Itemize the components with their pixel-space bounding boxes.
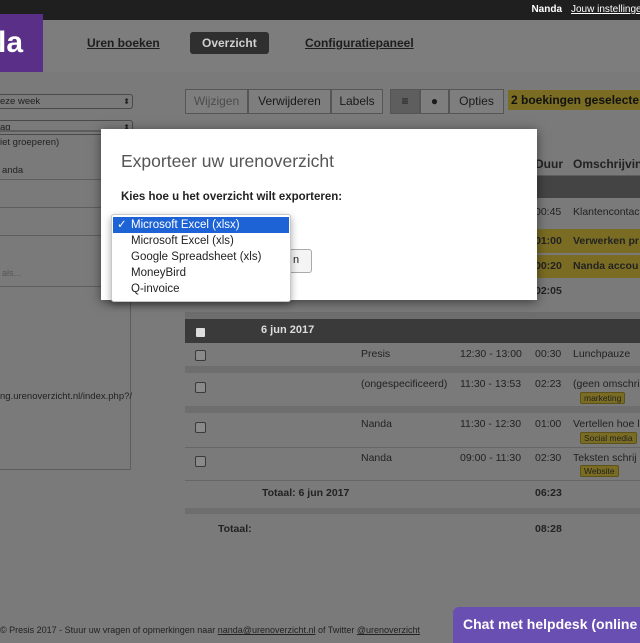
modal-title: Exporteer uw urenoverzicht — [121, 151, 335, 171]
grand-total-label: Totaal: — [218, 523, 252, 535]
list-icon: ≡ — [401, 94, 409, 108]
divider — [185, 312, 640, 319]
row-checkbox[interactable] — [195, 350, 206, 361]
row-checkbox[interactable] — [195, 382, 206, 393]
email-link[interactable]: nanda@urenoverzicht.nl — [218, 625, 316, 635]
label-tag[interactable]: marketing — [580, 392, 626, 404]
tab-configuratiepaneel[interactable]: Configuratiepaneel — [305, 32, 414, 54]
table-row[interactable]: Nanda 11:30 - 12:30 01:00 Vertellen hoe … — [185, 413, 640, 445]
col-description: Omschrijvin — [573, 157, 640, 171]
logo[interactable]: la — [0, 14, 43, 72]
grand-total-row: Totaal: 08:28 — [185, 516, 640, 540]
export-button[interactable]: n — [291, 249, 312, 273]
day-total-row: Totaal: 6 jun 2017 06:23 — [185, 480, 640, 503]
day-total-value: 06:23 — [535, 487, 562, 499]
chart-view-button[interactable]: ● — [420, 89, 449, 114]
row-checkbox[interactable] — [195, 422, 206, 433]
pie-chart-icon: ● — [430, 94, 439, 108]
divider — [185, 366, 640, 373]
day-date: 6 jun 2017 — [261, 324, 315, 336]
top-bar: Nanda Jouw instellinge — [0, 0, 640, 20]
footer: © Presis 2017 - Stuur uw vragen of opmer… — [0, 625, 421, 635]
day-header: 6 jun 2017 — [185, 319, 640, 343]
copyright-icon: © — [0, 625, 7, 635]
table-row[interactable]: Presis 12:30 - 13:00 00:30 Lunchpauze — [185, 343, 640, 366]
option-q-invoice[interactable]: Q-invoice — [113, 281, 289, 297]
divider — [185, 508, 640, 514]
day-total-label: Totaal: 6 jun 2017 — [262, 487, 350, 499]
row-checkbox[interactable] — [195, 456, 206, 467]
chat-helpdesk-button[interactable]: Chat met helpdesk (online — [453, 607, 640, 643]
label-filter-input[interactable]: als... — [2, 268, 21, 278]
label-tag[interactable]: Social media — [580, 432, 637, 444]
settings-link[interactable]: Jouw instellinge — [571, 4, 640, 15]
table-row[interactable]: Nanda 09:00 - 11:30 02:30 Teksten schrij… — [185, 447, 640, 480]
footer-text: Presis 2017 - Stuur uw vragen of opmerki… — [9, 625, 218, 635]
option-xls[interactable]: Microsoft Excel (xls) — [113, 233, 289, 249]
option-xlsx[interactable]: ✓ Microsoft Excel (xlsx) — [113, 217, 289, 233]
edit-button[interactable]: Wijzigen — [185, 89, 248, 114]
user-filter-value[interactable]: anda — [2, 165, 23, 176]
delete-button[interactable]: Verwijderen — [248, 89, 331, 114]
username: Nanda — [531, 4, 562, 15]
labels-button[interactable]: Labels — [331, 89, 383, 114]
table-row[interactable]: (ongespecificeerd) 11:30 - 13:53 02:23 (… — [185, 373, 640, 406]
label-tag[interactable]: Website — [580, 465, 619, 477]
divider — [185, 406, 640, 413]
option-moneybird[interactable]: MoneyBird — [113, 265, 289, 281]
tab-overzicht[interactable]: Overzicht — [190, 32, 269, 54]
select-arrows-icon: ⬍ — [123, 97, 130, 106]
options-button[interactable]: Opties — [449, 89, 504, 114]
list-view-button[interactable]: ≡ — [390, 89, 420, 114]
col-duration: Duur — [535, 157, 563, 171]
modal-subtitle: Kies hoe u het overzicht wilt exporteren… — [121, 191, 343, 203]
period-select[interactable]: eze week ⬍ — [0, 94, 133, 109]
grand-total-value: 08:28 — [535, 523, 562, 535]
selection-badge: 2 boekingen geselecte — [508, 90, 640, 110]
select-day-checkbox[interactable] — [195, 327, 206, 338]
option-google-spreadsheet[interactable]: Google Spreadsheet (xls) — [113, 249, 289, 265]
export-format-dropdown[interactable]: ✓ Microsoft Excel (xlsx) Microsoft Excel … — [111, 214, 291, 302]
checkmark-icon: ✓ — [117, 219, 127, 231]
api-url-text: ng.urenoverzicht.nl/index.php?/ — [0, 391, 133, 402]
twitter-link[interactable]: @urenoverzicht — [357, 625, 420, 635]
tab-uren-boeken[interactable]: Uren boeken — [87, 32, 160, 54]
